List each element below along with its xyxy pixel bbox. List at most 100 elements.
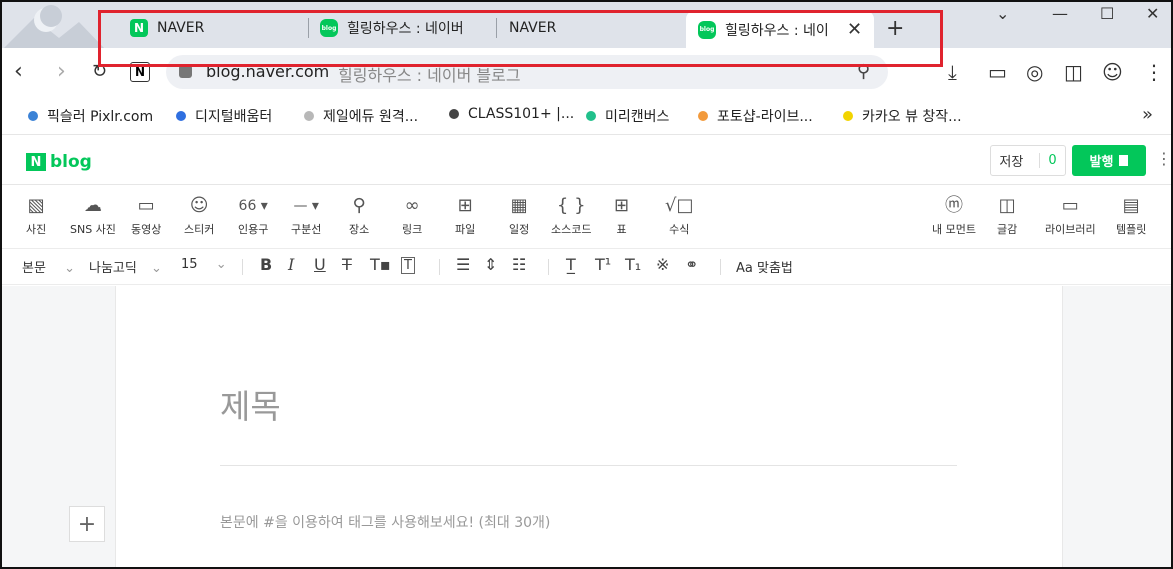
tool-template[interactable]: ▤ 템플릿: [1116, 194, 1146, 237]
bookmarks-bar: 픽슬러 Pixlr.com 디지털배움터 제일에듀 원격... CLASS101…: [2, 97, 1171, 134]
screenshot-icon[interactable]: ◎: [1026, 60, 1043, 84]
title-input[interactable]: 제목: [220, 380, 281, 428]
text-background-icon[interactable]: T: [401, 257, 415, 274]
save-button[interactable]: 저장 0: [990, 145, 1066, 176]
tool-link[interactable]: ∞ 링크: [402, 194, 422, 237]
underline-icon[interactable]: U: [314, 255, 326, 274]
toolbar-separator: [439, 259, 440, 275]
bookmark-digital[interactable]: 디지털배움터: [176, 106, 272, 126]
naver-logo-icon: N: [26, 153, 46, 171]
sidebar-icon[interactable]: ◫: [1064, 60, 1083, 84]
text-color-icon[interactable]: T▪: [370, 255, 391, 274]
blog-logo-text: blog: [50, 152, 92, 172]
document-icon: [1119, 155, 1129, 166]
bold-icon[interactable]: B: [260, 255, 272, 274]
formula-icon: √□: [665, 195, 694, 216]
tab-search-icon[interactable]: ⌄: [996, 4, 1009, 23]
code-icon: { }: [556, 195, 586, 216]
photo-icon: ▧: [27, 195, 45, 216]
window-close-button[interactable]: ✕: [1146, 4, 1159, 23]
superscript-icon[interactable]: T¹: [595, 255, 611, 274]
strikethrough-icon[interactable]: T: [342, 255, 352, 274]
archive-icon: ▭: [1061, 195, 1079, 216]
maximize-button[interactable]: ☐: [1100, 4, 1114, 23]
minimize-button[interactable]: —: [1052, 4, 1068, 23]
italic-icon[interactable]: I: [288, 255, 294, 274]
bookmark-icon: [698, 111, 708, 121]
tool-schedule[interactable]: ▦ 일정: [509, 194, 529, 237]
profile-icon[interactable]: ☺: [1102, 60, 1123, 84]
align-left-icon[interactable]: ☰: [456, 255, 470, 274]
tool-formula[interactable]: √□ 수식: [665, 194, 693, 237]
camera-icon[interactable]: ▭: [988, 60, 1007, 84]
link-icon[interactable]: ⚭: [685, 255, 698, 274]
bookmark-kakao-view[interactable]: 카카오 뷰 창작...: [843, 106, 962, 126]
bookmark-pixlr[interactable]: 픽슬러 Pixlr.com: [28, 106, 153, 126]
bookmark-class101[interactable]: CLASS101+ |...: [449, 106, 574, 122]
font-size-select[interactable]: 15 ⌄: [181, 257, 227, 272]
tool-photo[interactable]: ▧ 사진: [26, 194, 46, 237]
forward-icon[interactable]: ›: [57, 59, 66, 84]
tool-file[interactable]: ⊞ 파일: [455, 194, 475, 237]
tool-my-moment[interactable]: ⓜ 내 모먼트: [932, 194, 976, 237]
tool-source-code[interactable]: { } 소스코드: [551, 194, 591, 237]
bookmark-icon: [586, 111, 596, 121]
download-icon[interactable]: ⤓: [948, 60, 957, 84]
cloud-icon: ☁: [83, 195, 102, 216]
video-icon: ▭: [137, 195, 155, 216]
divider-icon: — ▾: [293, 198, 319, 214]
smile-icon: ☺: [189, 195, 209, 216]
format-toolbar: 본문 ⌄ 나눔고딕 ⌄ 15 ⌄ B I U T T▪ T ☰ ⇕ ☷ T̲ T…: [2, 249, 1171, 285]
file-icon: ⊞: [457, 195, 473, 216]
tool-table[interactable]: ⊞ 표: [614, 194, 629, 237]
bookmark-photoshop[interactable]: 포토샵-라이브...: [698, 106, 813, 126]
special-char-icon[interactable]: ※: [656, 255, 669, 274]
template-icon: ▤: [1122, 195, 1140, 216]
tool-video[interactable]: ▭ 동영상: [131, 194, 161, 237]
bookmark-jeiledu[interactable]: 제일에듀 원격...: [304, 106, 418, 126]
toolbar-separator: [720, 259, 721, 275]
moment-icon: ⓜ: [944, 195, 963, 216]
bookmark-icon: [304, 111, 314, 121]
highlight-box: [98, 10, 943, 67]
chevron-down-icon: ⌄: [215, 257, 227, 272]
publish-label: 발행: [1089, 155, 1114, 170]
map-pin-icon: ⚲: [352, 195, 366, 216]
blog-logo[interactable]: N blog: [26, 152, 92, 172]
tool-library[interactable]: ▭ 라이브러리: [1045, 194, 1096, 237]
list-icon[interactable]: ☷: [512, 255, 526, 274]
table-icon: ⊞: [614, 195, 630, 216]
link-icon: ∞: [404, 195, 420, 216]
title-divider: [220, 465, 957, 466]
calendar-icon: ▦: [510, 195, 528, 216]
chevron-down-icon: ⌄: [150, 261, 162, 276]
tool-sticker[interactable]: ☺ 스티커: [184, 194, 214, 237]
quote-icon: 66 ▾: [238, 198, 268, 214]
letter-spacing-icon[interactable]: T̲: [566, 255, 576, 274]
tool-sns-photo[interactable]: ☁ SNS 사진: [70, 194, 116, 237]
spellcheck-button[interactable]: Aа 맞춤법: [736, 257, 793, 276]
bookmark-icon: [449, 109, 459, 119]
browser-window: N NAVER blog 힐링하우스 : 네이버 NAVER blog 힐링하우…: [0, 0, 1173, 569]
bookmark-icon: [843, 111, 853, 121]
more-options-icon[interactable]: ⋮: [1156, 149, 1171, 168]
bookmarks-more-icon[interactable]: »: [1142, 104, 1153, 125]
tool-place[interactable]: ⚲ 장소: [349, 194, 369, 237]
bookmark-miricanvas[interactable]: 미리캔버스: [586, 106, 669, 126]
body-input[interactable]: 본문에 #을 이용하여 태그를 사용해보세요! (최대 30개): [220, 512, 550, 532]
font-family-select[interactable]: 나눔고딕 ⌄: [89, 257, 162, 276]
bookmark-icon: [28, 111, 38, 121]
back-icon[interactable]: ‹: [14, 59, 23, 84]
paragraph-style-select[interactable]: 본문 ⌄: [22, 257, 75, 276]
menu-kebab-icon[interactable]: ⋮: [1144, 60, 1164, 84]
add-component-button[interactable]: +: [69, 506, 105, 542]
subscript-icon[interactable]: T₁: [625, 255, 641, 274]
chevron-down-icon: ⌄: [64, 261, 75, 276]
tool-material[interactable]: ◫ 글감: [997, 194, 1017, 237]
tool-quote[interactable]: 66 ▾ 인용구: [238, 194, 268, 237]
publish-button[interactable]: 발행: [1072, 145, 1146, 176]
save-count[interactable]: 0: [1039, 153, 1057, 168]
tool-divider[interactable]: — ▾ 구분선: [291, 194, 321, 237]
line-height-icon[interactable]: ⇕: [484, 255, 497, 274]
toolbar-separator: [242, 259, 243, 275]
